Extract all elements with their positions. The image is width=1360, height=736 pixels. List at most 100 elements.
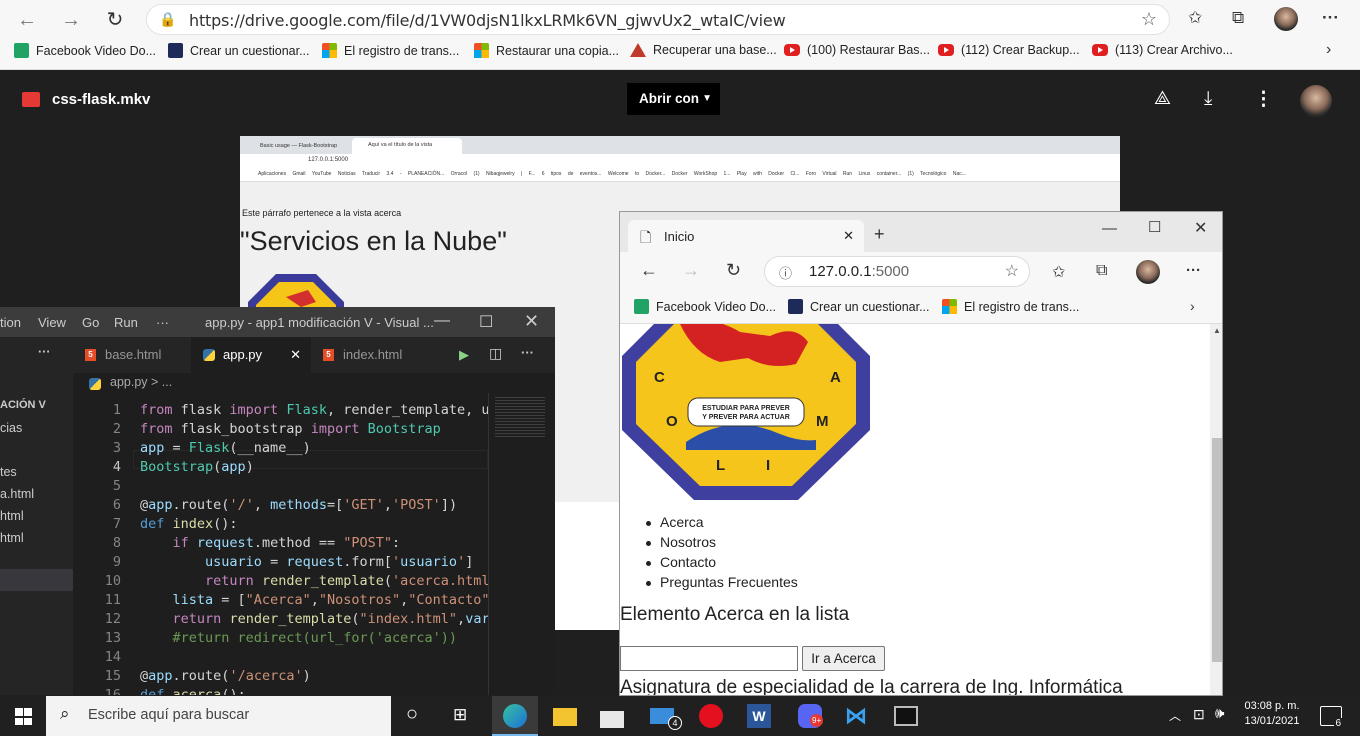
explorer-more-icon[interactable]: ··· (38, 345, 51, 359)
menu-more[interactable]: ··· (156, 315, 169, 330)
code-line[interactable]: from flask import Flask, render_template… (140, 401, 488, 420)
explorer-item[interactable]: tes (0, 465, 17, 479)
edge-tab-inicio[interactable]: 🗋 Inicio ✕ (628, 220, 864, 252)
tab-app-py[interactable]: app.py ✕ (191, 337, 311, 373)
forward-arrow-icon[interactable]: → (682, 260, 700, 281)
code-editor[interactable]: 1 from flask import Flask, render_templat… (73, 393, 488, 695)
more-menu-icon[interactable]: ··· (1186, 262, 1201, 279)
bookmark-item[interactable]: (112) Crear Backup... (938, 43, 1080, 57)
page-scrollbar[interactable]: ▲ (1210, 324, 1222, 695)
code-line[interactable]: def index(): (140, 515, 238, 534)
add-to-drive-icon[interactable]: ⟁ (1154, 88, 1171, 110)
code-line[interactable]: from flask_bootstrap import Bootstrap (140, 420, 441, 439)
address-url[interactable]: https://drive.google.com/file/d/1VW0djsN… (189, 11, 786, 30)
code-line[interactable]: if request.method == "POST": (140, 534, 401, 553)
close-icon[interactable]: ✕ (524, 311, 539, 332)
close-icon[interactable]: ✕ (1194, 218, 1207, 238)
favorites-icon[interactable]: ✩ (1188, 8, 1202, 28)
explorer-folder[interactable]: ACIÓN V (0, 399, 46, 411)
chevron-right-icon[interactable]: › (1326, 41, 1331, 59)
menu-selection[interactable]: tion (0, 315, 21, 330)
terminal-icon[interactable] (894, 706, 918, 726)
editor-more-icon[interactable]: ··· (521, 345, 534, 360)
menu-go[interactable]: Go (82, 315, 99, 330)
bookmark-item[interactable]: Crear un cuestionar... (168, 43, 310, 58)
bookmark-item[interactable]: Facebook Video Do... (634, 299, 776, 314)
code-line[interactable]: @app.route('/acerca') (140, 667, 311, 686)
discord-icon[interactable]: 9+ (798, 704, 824, 728)
taskbar-search[interactable]: ⌕ Escribe aquí para buscar (46, 696, 391, 736)
explorer-item[interactable]: html (0, 509, 24, 523)
tab-close-icon[interactable]: ✕ (843, 228, 854, 244)
collections-icon[interactable]: ⧉ (1096, 262, 1107, 280)
address-bar[interactable]: 🔒 https://drive.google.com/file/d/1VW0dj… (146, 4, 1170, 35)
menu-view[interactable]: View (38, 315, 66, 330)
code-line[interactable]: return render_template("index.html",vari… (140, 610, 488, 629)
taskbar-edge[interactable] (492, 696, 538, 736)
more-menu-icon[interactable]: ··· (1322, 8, 1339, 28)
minimize-icon[interactable]: — (434, 312, 450, 330)
maximize-icon[interactable]: ☐ (479, 312, 493, 332)
favorite-star-icon[interactable]: ☆ (1005, 261, 1019, 281)
bookmark-item[interactable]: (113) Crear Archivo... (1092, 43, 1233, 57)
file-explorer-icon[interactable] (553, 708, 577, 726)
tab-index-html[interactable]: 5 index.html (311, 337, 431, 373)
tab-base-html[interactable]: 5 base.html (73, 337, 191, 373)
clock[interactable]: 03:08 p. m. 13/01/2021 (1240, 700, 1304, 727)
account-avatar[interactable] (1300, 85, 1332, 117)
code-line[interactable]: Bootstrap(app) (140, 458, 254, 477)
bookmark-item[interactable]: Facebook Video Do... (14, 43, 156, 58)
explorer-selected-row[interactable] (0, 569, 73, 591)
minimize-icon[interactable]: — (1102, 220, 1117, 237)
media-player-icon[interactable] (699, 704, 723, 728)
notification-icon[interactable]: 6 (1320, 706, 1342, 729)
bookmark-item[interactable]: El registro de trans... (322, 43, 459, 58)
code-line[interactable]: lista = ["Acerca","Nosotros","Contacto",… (140, 591, 488, 610)
code-line[interactable]: def acerca(): (140, 686, 246, 695)
back-arrow-icon[interactable]: ← (640, 260, 658, 281)
code-line[interactable]: usuario = request.form['usuario'] (140, 553, 473, 572)
split-editor-icon[interactable]: ◫ (489, 345, 502, 362)
scrollbar-thumb[interactable] (1212, 438, 1222, 662)
maximize-icon[interactable]: ☐ (1148, 218, 1161, 236)
more-vert-icon[interactable]: ⋮ (1254, 88, 1273, 111)
text-input[interactable] (620, 646, 798, 671)
minimap[interactable] (488, 393, 555, 695)
profile-avatar[interactable] (1274, 7, 1298, 31)
open-with-button[interactable]: Abrir con ▼ (627, 83, 720, 115)
cortana-icon[interactable]: ○ (406, 703, 430, 727)
volume-icon[interactable]: 🕪 (1215, 705, 1224, 722)
new-tab-icon[interactable]: + (874, 224, 885, 245)
explorer-item[interactable]: html (0, 531, 24, 545)
mail-icon[interactable]: 4 (650, 708, 682, 730)
chevron-up-icon[interactable]: ︿ (1169, 707, 1181, 724)
vscode-icon[interactable]: ⋈ (845, 704, 869, 728)
run-icon[interactable]: ▶ (459, 347, 469, 363)
favorites-icon[interactable]: ✩ (1052, 262, 1065, 282)
task-view-icon[interactable]: ⊞ (453, 705, 477, 729)
bookmark-item[interactable]: Crear un cuestionar... (788, 299, 930, 314)
breadcrumb-text[interactable]: app.py > ... (110, 375, 172, 389)
bookmark-item[interactable]: Restaurar una copia... (474, 43, 619, 58)
bookmark-item[interactable]: El registro de trans... (942, 299, 1079, 314)
forward-arrow-icon[interactable]: → (56, 6, 86, 34)
bookmark-item[interactable]: Recuperar una base... (630, 43, 777, 57)
code-line[interactable]: #return redirect(url_for('acerca')) (140, 629, 457, 648)
collections-icon[interactable]: ⧉ (1232, 8, 1244, 28)
refresh-icon[interactable]: ↻ (100, 6, 130, 34)
store-icon[interactable] (600, 704, 624, 728)
download-icon[interactable]: ⤓ (1204, 88, 1212, 110)
network-icon[interactable]: ⊡ (1193, 706, 1205, 723)
code-line[interactable]: return render_template('acerca.html', (140, 572, 488, 591)
profile-avatar[interactable] (1136, 260, 1160, 284)
back-arrow-icon[interactable]: ← (12, 6, 42, 34)
explorer-item[interactable]: cias (0, 421, 22, 435)
scroll-up-icon[interactable]: ▲ (1213, 326, 1221, 335)
code-line[interactable]: @app.route('/', methods=['GET','POST']) (140, 496, 457, 515)
chevron-right-icon[interactable]: › (1190, 298, 1195, 314)
favorite-star-icon[interactable]: ☆ (1141, 9, 1157, 30)
word-icon[interactable]: W (747, 704, 771, 728)
windows-start-icon[interactable] (15, 708, 32, 725)
code-line[interactable]: app = Flask(__name__) (140, 439, 311, 458)
edge-address-bar[interactable]: ⓘ 127.0.0.1:5000 ☆ (764, 256, 1030, 287)
